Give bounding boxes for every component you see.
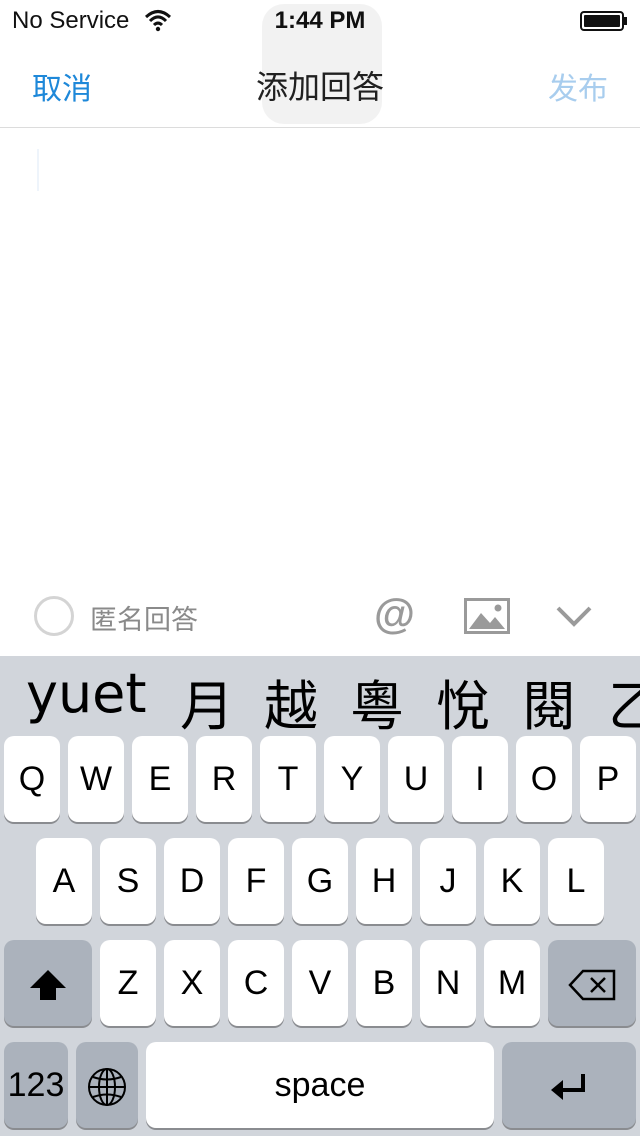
globe-key[interactable] <box>76 1042 138 1128</box>
candidate-item[interactable]: 乙 <box>608 662 640 734</box>
candidate-bar: yuet 月 越 粵 悅 閱 乙 <box>0 656 640 734</box>
backspace-icon <box>568 969 616 1001</box>
delete-key[interactable] <box>548 940 636 1026</box>
space-key[interactable]: space <box>146 1042 494 1128</box>
battery-icon <box>580 11 627 31</box>
numbers-key[interactable]: 123 <box>4 1042 68 1128</box>
shift-key[interactable] <box>4 940 92 1026</box>
candidate-item[interactable]: 悅 <box>436 662 490 734</box>
image-icon[interactable] <box>464 598 510 634</box>
candidate-item[interactable]: 粵 <box>350 662 404 734</box>
key-v[interactable]: V <box>292 940 348 1026</box>
key-q[interactable]: Q <box>4 736 60 822</box>
key-j[interactable]: J <box>420 838 476 924</box>
key-h[interactable]: H <box>356 838 412 924</box>
chevron-down-icon[interactable] <box>554 600 594 632</box>
key-m[interactable]: M <box>484 940 540 1026</box>
key-z[interactable]: Z <box>100 940 156 1026</box>
key-k[interactable]: K <box>484 838 540 924</box>
candidate-item[interactable]: 月 <box>180 662 234 734</box>
key-n[interactable]: N <box>420 940 476 1026</box>
key-u[interactable]: U <box>388 736 444 822</box>
answer-text-editor[interactable] <box>0 129 640 580</box>
candidate-item[interactable]: yuet <box>26 662 147 725</box>
key-b[interactable]: B <box>356 940 412 1026</box>
at-icon[interactable]: @ <box>374 590 415 638</box>
keyboard: yuet 月 越 粵 悅 閱 乙 Q W E R T Y U I O P A S… <box>0 656 640 1136</box>
return-icon <box>551 1074 585 1101</box>
key-c[interactable]: C <box>228 940 284 1026</box>
key-p[interactable]: P <box>580 736 636 822</box>
key-l[interactable]: L <box>548 838 604 924</box>
anonymous-toggle[interactable] <box>34 596 74 636</box>
key-s[interactable]: S <box>100 838 156 924</box>
editor-toolbar: 匿名回答 @ <box>0 580 640 656</box>
key-o[interactable]: O <box>516 736 572 822</box>
key-i[interactable]: I <box>452 736 508 822</box>
key-w[interactable]: W <box>68 736 124 822</box>
key-r[interactable]: R <box>196 736 252 822</box>
key-y[interactable]: Y <box>324 736 380 822</box>
globe-icon <box>88 1068 126 1107</box>
touch-highlight <box>262 4 382 124</box>
anonymous-label[interactable]: 匿名回答 <box>90 598 198 637</box>
key-f[interactable]: F <box>228 838 284 924</box>
key-g[interactable]: G <box>292 838 348 924</box>
key-t[interactable]: T <box>260 736 316 822</box>
key-d[interactable]: D <box>164 838 220 924</box>
publish-button[interactable]: 发布 <box>548 64 608 108</box>
key-a[interactable]: A <box>36 838 92 924</box>
candidate-item[interactable]: 越 <box>264 662 318 734</box>
key-x[interactable]: X <box>164 940 220 1026</box>
shift-icon <box>30 970 66 1001</box>
return-key[interactable] <box>502 1042 636 1128</box>
candidate-item[interactable]: 閱 <box>522 662 576 734</box>
text-cursor <box>37 149 39 191</box>
key-e[interactable]: E <box>132 736 188 822</box>
